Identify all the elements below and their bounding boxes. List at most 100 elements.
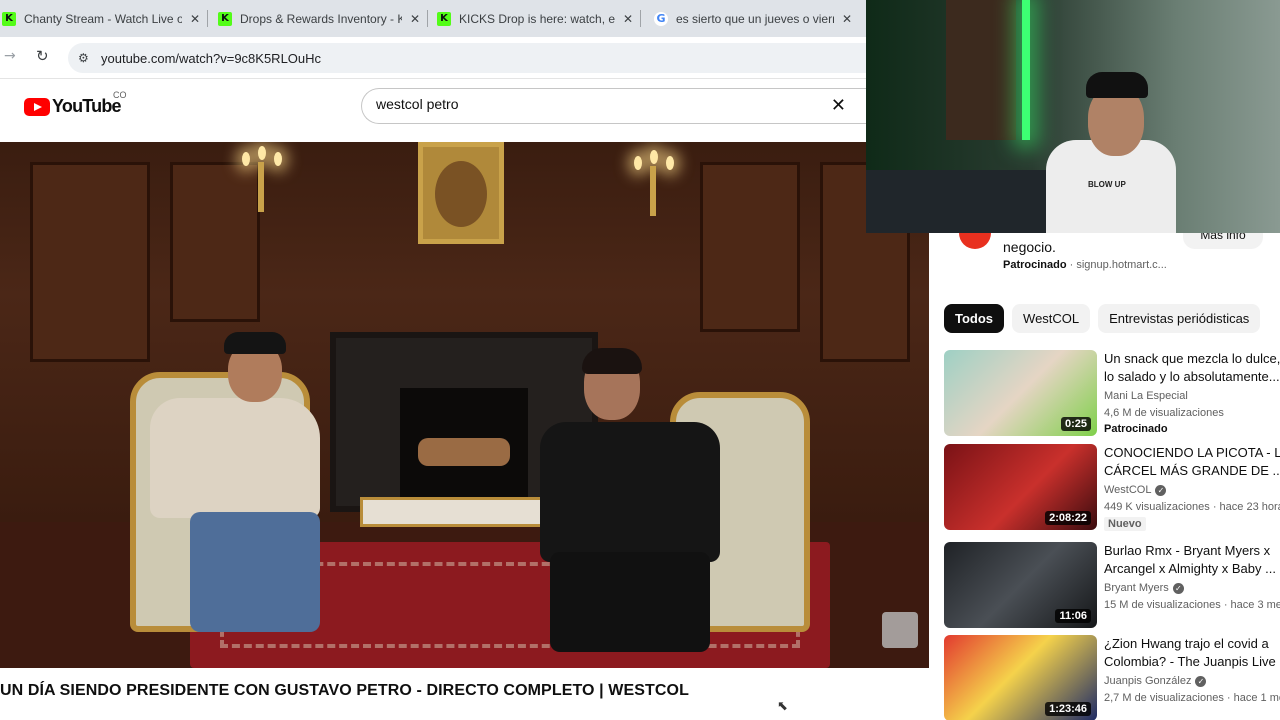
youtube-header: YouTube CO ✕ (0, 79, 866, 142)
ad-text[interactable]: negocio. (1003, 239, 1056, 255)
url-text[interactable]: youtube.com/watch?v=9c8K5RLOuHc (101, 51, 321, 66)
wall-panel (700, 162, 800, 332)
fireplace-logs (418, 438, 510, 466)
recommendation-item[interactable]: 11:06 Burlao Rmx - Bryant Myers x Arcang… (944, 542, 1280, 630)
tab-divider (427, 10, 428, 27)
title-line: Un snack que mezcla lo dulce, (1104, 351, 1280, 366)
title-line: CÁRCEL MÁS GRANDE DE ... (1104, 463, 1280, 478)
wall-sconce (626, 146, 682, 216)
video-person-right (540, 348, 720, 652)
sconce-stem (258, 162, 264, 212)
candle-flame (258, 146, 266, 160)
browser-tab-bar: K Chanty Stream - Watch Live on ✕ K Drop… (0, 0, 866, 37)
clear-search-icon[interactable]: ✕ (831, 95, 846, 116)
verified-icon: ✓ (1155, 484, 1167, 496)
close-tab-icon[interactable]: ✕ (623, 12, 633, 26)
address-bar-row: → ↻ ⚙ youtube.com/watch?v=9c8K5RLOuHc (0, 37, 868, 79)
browser-tab-3[interactable]: K KICKS Drop is here: watch, earn ✕ (435, 0, 641, 37)
video-thumbnail[interactable]: 2:08:22 (944, 444, 1097, 530)
shirt-text: BLOW UP (1088, 180, 1126, 189)
youtube-play-icon (24, 97, 50, 116)
video-duration: 1:23:46 (1045, 702, 1091, 716)
search-input[interactable] (376, 96, 796, 112)
channel-watermark[interactable] (882, 612, 918, 648)
channel-name[interactable]: Mani La Especial (1104, 390, 1188, 402)
recommendation-title[interactable]: ¿Zion Hwang trajo el covid a Colombia? -… (1104, 635, 1280, 671)
kick-icon: K (2, 11, 16, 26)
recommendation-item[interactable]: 2:08:22 CONOCIENDO LA PICOTA - LA CÁRCEL… (944, 444, 1280, 532)
kick-icon: K (437, 11, 451, 26)
google-icon: G (654, 11, 668, 26)
person-hair (582, 348, 642, 374)
recommendation-title[interactable]: Burlao Rmx - Bryant Myers x Arcangel x A… (1104, 542, 1280, 578)
painting-portrait (435, 161, 487, 227)
reload-icon[interactable]: ↻ (36, 47, 49, 65)
close-tab-icon[interactable]: ✕ (410, 12, 420, 26)
close-tab-icon[interactable]: ✕ (842, 12, 852, 26)
channel-name[interactable]: Bryant Myers ✓ (1104, 582, 1184, 594)
video-player[interactable] (0, 142, 929, 668)
chip-entrevistas[interactable]: Entrevistas periódisticas (1098, 304, 1261, 333)
advertiser-icon (959, 233, 991, 249)
browser-tab-1[interactable]: K Chanty Stream - Watch Live on ✕ (0, 0, 208, 37)
youtube-logo[interactable]: YouTube CO (24, 90, 127, 117)
channel-label: Mani La Especial (1104, 390, 1188, 402)
title-line: ¿Zion Hwang trajo el covid a (1104, 636, 1269, 651)
view-count: 15 M de visualizaciones · hace 3 meses (1104, 599, 1280, 611)
title-line: lo salado y lo absolutamente... (1104, 369, 1280, 384)
ad-more-info-button[interactable]: Más info (1183, 233, 1263, 249)
kick-icon: K (218, 11, 232, 26)
video-person-left (150, 332, 320, 632)
ad-domain: signup.hotmart.c... (1076, 259, 1167, 271)
country-code: CO (113, 90, 127, 100)
browser-tab-4[interactable]: G es sierto que un jueves o vierne ✕ (652, 0, 860, 37)
verified-icon: ✓ (1195, 675, 1207, 687)
recommendations-sidebar: negocio. Patrocinado · signup.hotmart.c.… (929, 233, 1280, 720)
video-painting (418, 142, 504, 244)
omnibox[interactable]: ⚙ youtube.com/watch?v=9c8K5RLOuHc (68, 43, 868, 73)
recommendation-item[interactable]: 1:23:46 ¿Zion Hwang trajo el covid a Col… (944, 635, 1280, 720)
chip-todos[interactable]: Todos (944, 304, 1005, 333)
webcam-led-strip (1022, 0, 1030, 140)
video-thumbnail[interactable]: 1:23:46 (944, 635, 1097, 720)
title-line: Colombia? - The Juanpis Live ... (1104, 654, 1280, 669)
video-thumbnail[interactable]: 0:25 (944, 350, 1097, 436)
person-legs (190, 512, 320, 632)
recommendation-title[interactable]: CONOCIENDO LA PICOTA - LA CÁRCEL MÁS GRA… (1104, 444, 1280, 480)
candle-flame (666, 156, 674, 170)
close-tab-icon[interactable]: ✕ (190, 12, 200, 26)
video-title: UN DÍA SIENDO PRESIDENTE CON GUSTAVO PET… (0, 682, 689, 699)
site-settings-icon[interactable]: ⚙ (78, 51, 89, 65)
search-box[interactable]: ✕ (361, 88, 866, 124)
view-count: 2,7 M de visualizaciones · hace 1 mes (1104, 692, 1280, 704)
tab-divider (207, 10, 208, 27)
video-duration: 11:06 (1055, 609, 1091, 623)
person-cap (224, 332, 286, 354)
title-line: Burlao Rmx - Bryant Myers x (1104, 543, 1271, 558)
candle-flame (242, 152, 250, 166)
ad-meta: Patrocinado · signup.hotmart.c... (1003, 259, 1167, 271)
coffee-table (360, 497, 560, 527)
title-line: CONOCIENDO LA PICOTA - LA (1104, 445, 1280, 460)
webcam-door (946, 0, 1016, 140)
chip-westcol[interactable]: WestCOL (1012, 304, 1091, 333)
browser-tab-2[interactable]: K Drops & Rewards Inventory - K ✕ (216, 0, 428, 37)
person-legs (550, 552, 710, 652)
youtube-wordmark: YouTube (52, 96, 122, 116)
candle-flame (274, 152, 282, 166)
person-torso (150, 398, 320, 518)
sconce-stem (650, 166, 656, 216)
view-count: 4,6 M de visualizaciones (1104, 407, 1224, 419)
mouse-cursor-icon: ⬉ (777, 699, 788, 714)
screen: K Chanty Stream - Watch Live on ✕ K Drop… (0, 0, 1280, 720)
video-thumbnail[interactable]: 11:06 (944, 542, 1097, 628)
recommendation-item[interactable]: 0:25 Un snack que mezcla lo dulce, lo sa… (944, 350, 1280, 438)
recommendation-title[interactable]: Un snack que mezcla lo dulce, lo salado … (1104, 350, 1280, 386)
channel-name[interactable]: WestCOL ✓ (1104, 484, 1167, 496)
channel-name[interactable]: Juanpis González ✓ (1104, 675, 1207, 687)
title-line: Arcangel x Almighty x Baby ... (1104, 561, 1276, 576)
channel-label: Juanpis González (1104, 675, 1192, 687)
new-badge: Nuevo (1104, 517, 1146, 531)
channel-label: Bryant Myers (1104, 582, 1169, 594)
forward-icon[interactable]: → (4, 48, 16, 64)
